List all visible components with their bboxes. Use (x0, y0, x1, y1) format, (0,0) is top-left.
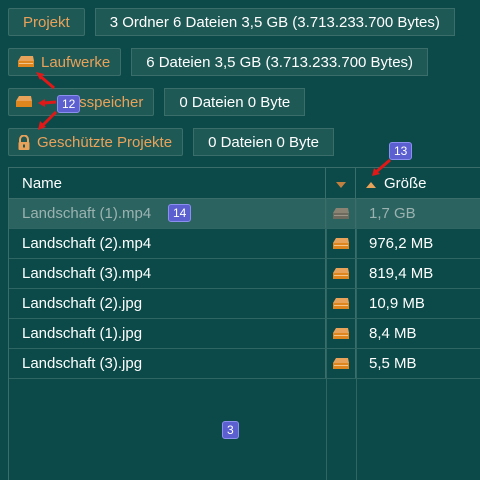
file-manager-window: Projekt 3 Ordner 6 Dateien 3,5 GB (3.713… (0, 0, 480, 480)
annotation-markers (36, 72, 391, 176)
annotation-badge-13: 13 (389, 142, 413, 160)
annotation-arrow (375, 158, 391, 174)
annotation-badge-12: 12 (57, 95, 81, 113)
annotation-badge-3: 3 (222, 421, 239, 439)
annotation-badge-14: 14 (168, 204, 192, 222)
annotation-arrow (43, 100, 57, 105)
annotation-arrowhead (38, 99, 45, 107)
annotation-arrow (40, 110, 58, 128)
annotation-arrow (39, 74, 55, 90)
